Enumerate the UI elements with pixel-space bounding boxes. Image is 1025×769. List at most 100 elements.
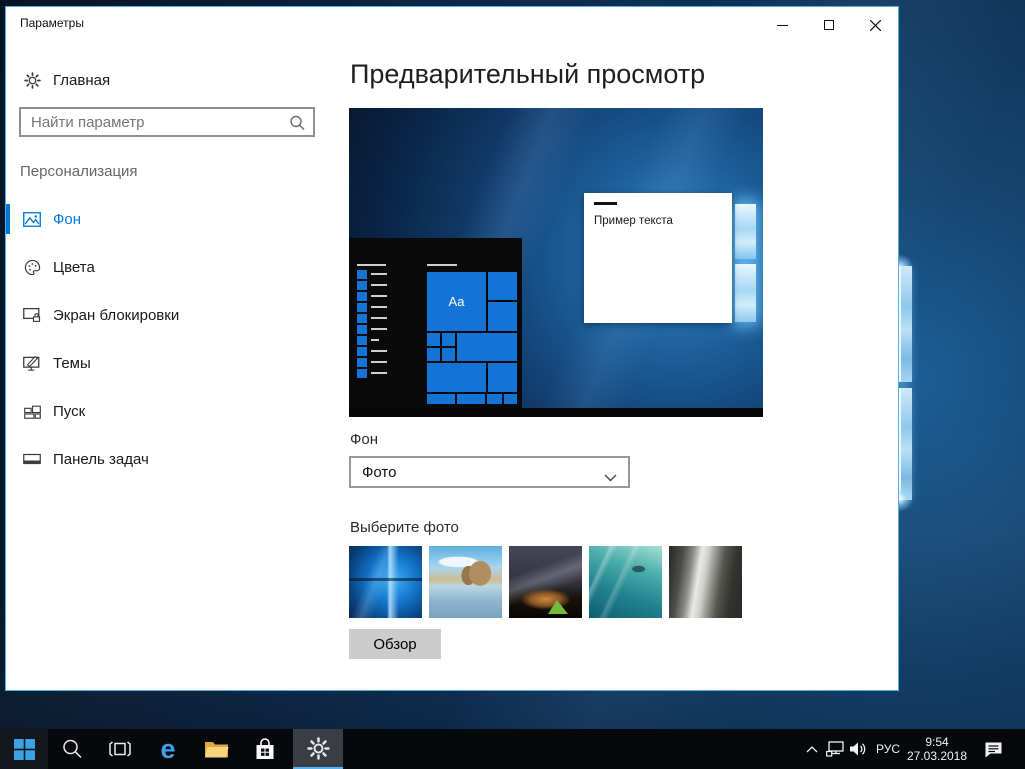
app-tile — [357, 369, 367, 378]
app-tile — [357, 314, 367, 323]
logo-pane — [899, 388, 912, 500]
close-button[interactable] — [858, 13, 892, 37]
photo-thumbnail-underwater[interactable] — [589, 546, 662, 618]
search-icon[interactable] — [288, 114, 306, 137]
edge-browser-button[interactable]: e — [144, 729, 192, 769]
sidebar-section-label: Персонализация — [20, 163, 138, 180]
task-view-button[interactable] — [96, 729, 144, 769]
browse-button[interactable]: Обзор — [349, 629, 441, 659]
preview-font-tile: Aa — [427, 272, 486, 331]
photo-thumbnail-cliff[interactable] — [669, 546, 742, 618]
app-tile — [357, 270, 367, 279]
start-tiles-icon — [23, 402, 41, 420]
app-tile — [357, 292, 367, 301]
photo-thumbnail-night-tent[interactable] — [509, 546, 582, 618]
start-tile — [457, 394, 485, 404]
network-tray-button[interactable] — [824, 729, 846, 769]
sidebar-item-label: Темы — [53, 355, 91, 372]
minimize-icon — [777, 25, 788, 26]
taskbar-search-button[interactable] — [48, 729, 96, 769]
placeholder-line — [427, 264, 457, 266]
start-button[interactable] — [0, 729, 48, 769]
chevron-up-icon — [806, 746, 818, 753]
search-icon — [61, 738, 83, 760]
settings-app-button-active[interactable] — [293, 729, 343, 769]
clock-time: 9:54 — [925, 735, 948, 749]
app-tile — [357, 358, 367, 367]
search-input[interactable] — [21, 109, 313, 135]
placeholder-line — [357, 264, 386, 266]
sidebar-item-label: Цвета — [53, 259, 95, 276]
placeholder-line — [371, 284, 387, 286]
gear-icon — [23, 71, 41, 89]
task-view-icon — [108, 739, 132, 759]
clock[interactable]: 9:54 27.03.2018 — [904, 729, 970, 769]
file-explorer-button[interactable] — [192, 729, 240, 769]
placeholder-line — [371, 372, 387, 374]
photo-thumbnail-beach[interactable] — [429, 546, 502, 618]
settings-window: Параметры Главная Персонализация — [5, 6, 899, 691]
preview-windows-logo — [735, 264, 756, 322]
image-icon — [23, 210, 41, 228]
placeholder-line — [371, 328, 387, 330]
sidebar-item-colors[interactable]: Цвета — [6, 252, 336, 282]
dropdown-selected-value: Фото — [362, 464, 396, 481]
start-tile — [427, 394, 455, 404]
sidebar-item-background[interactable]: Фон — [6, 204, 336, 234]
sidebar-item-label: Панель задач — [53, 451, 149, 468]
start-tile — [488, 302, 517, 331]
speaker-icon — [849, 741, 867, 757]
window-title: Параметры — [20, 16, 84, 30]
app-tile — [357, 336, 367, 345]
placeholder-line — [371, 295, 387, 297]
taskbar: e РУС 9:54 27.03.2018 1 — [0, 729, 1025, 769]
network-icon — [826, 741, 844, 757]
sidebar-item-label: Фон — [53, 211, 81, 228]
sidebar-item-home[interactable]: Главная — [6, 65, 336, 95]
app-tile — [357, 347, 367, 356]
minimize-button[interactable] — [765, 13, 799, 37]
app-tile — [357, 325, 367, 334]
wallpaper-windows-logo-edge — [899, 262, 912, 502]
sidebar-item-start[interactable]: Пуск — [6, 396, 336, 426]
placeholder-line — [371, 306, 387, 308]
palette-icon — [23, 258, 41, 276]
photo-thumbnails — [349, 546, 742, 618]
photo-thumbnail-windows-hero[interactable] — [349, 546, 422, 618]
background-type-dropdown[interactable]: Фото — [349, 456, 630, 488]
start-tile — [442, 333, 455, 346]
store-button[interactable] — [240, 729, 290, 769]
settings-search-box[interactable] — [19, 107, 315, 137]
sample-text: Пример текста — [594, 215, 673, 227]
maximize-button[interactable] — [812, 13, 846, 37]
sample-title-placeholder — [594, 202, 617, 205]
gear-icon — [307, 737, 330, 760]
preview-start-menu: Aa — [349, 238, 522, 408]
app-tile — [357, 281, 367, 290]
background-preview: Aa Пример текста — [349, 108, 763, 417]
language-indicator[interactable]: РУС — [872, 729, 904, 769]
sidebar-item-themes[interactable]: Темы — [6, 348, 336, 378]
sidebar-item-lock-screen[interactable]: Экран блокировки — [6, 300, 336, 330]
logo-pane — [899, 266, 912, 382]
preview-windows-logo — [735, 204, 756, 259]
app-tile — [357, 303, 367, 312]
taskbar-icon — [23, 450, 41, 468]
sidebar-item-taskbar[interactable]: Панель задач — [6, 444, 336, 474]
preview-sample-window: Пример текста — [584, 193, 732, 323]
volume-tray-button[interactable] — [846, 729, 870, 769]
placeholder-line — [371, 317, 387, 319]
action-center-icon — [984, 741, 1003, 758]
show-hidden-icons-button[interactable] — [800, 729, 824, 769]
start-tile — [427, 363, 486, 392]
titlebar[interactable]: Параметры — [6, 7, 898, 39]
action-center-button[interactable] — [976, 729, 1010, 769]
start-tile — [488, 363, 517, 392]
folder-icon — [204, 739, 229, 759]
start-tile — [488, 272, 517, 300]
sidebar-home-label: Главная — [53, 72, 110, 89]
edge-icon: e — [160, 731, 175, 767]
close-icon — [870, 20, 881, 31]
page-title: Предварительный просмотр — [350, 59, 705, 90]
background-dropdown-label: Фон — [350, 431, 378, 448]
